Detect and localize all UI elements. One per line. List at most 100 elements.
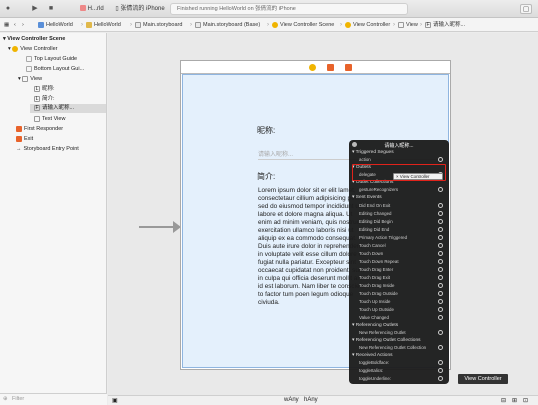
connection-circle-icon[interactable] xyxy=(438,203,443,208)
size-class-height[interactable]: hAny xyxy=(304,397,318,403)
connection-circle-icon[interactable] xyxy=(438,330,443,335)
outline-view[interactable]: ▾ View xyxy=(18,75,42,84)
outline-view-controller[interactable]: ▾ View Controller xyxy=(8,45,58,54)
connection-circle-icon[interactable] xyxy=(438,243,443,248)
arrow-right-icon: → xyxy=(16,146,22,152)
new-referencing-outlet: New Referencing Outlet xyxy=(359,329,446,336)
delegate-connection-badge[interactable]: × View Controller xyxy=(393,173,443,180)
jump-item-storyboard-base[interactable]: Main.storyboard (Base) xyxy=(195,21,260,30)
event-row: Touch Down xyxy=(359,250,446,257)
event-row: Editing Changed xyxy=(359,210,446,217)
view-controller-icon xyxy=(12,45,19,52)
chevron-right-icon: › xyxy=(340,22,342,28)
app-icon xyxy=(80,5,86,12)
library-button[interactable]: ▢ xyxy=(520,4,532,14)
view-controller-icon xyxy=(345,21,351,28)
outline-label-nick[interactable]: L 昵称: xyxy=(34,85,55,94)
project-icon xyxy=(38,21,44,28)
connection-circle-icon[interactable] xyxy=(438,259,443,264)
close-window-icon[interactable]: ● xyxy=(4,4,12,14)
outline-entry-point[interactable]: → Storyboard Entry Point xyxy=(16,145,79,154)
event-row: Did End On Exit xyxy=(359,202,446,209)
connection-circle-icon[interactable] xyxy=(438,315,443,320)
outline-text-view[interactable]: Text View xyxy=(34,115,65,124)
label-icon: L xyxy=(34,85,40,92)
outlet-gesture-recognizers: gestureRecognizers xyxy=(359,186,446,193)
chevron-right-icon: › xyxy=(190,22,192,28)
outline-label-intro[interactable]: L 简介: xyxy=(34,95,55,104)
jump-item-folder[interactable]: HelloWorld xyxy=(86,21,121,30)
chevron-right-icon: › xyxy=(81,22,83,28)
nickname-label[interactable]: 昵称: xyxy=(257,125,275,136)
intro-label[interactable]: 简介: xyxy=(257,171,275,182)
resolve-icon[interactable]: ⊡ xyxy=(523,397,528,404)
connection-circle-icon[interactable] xyxy=(438,307,443,312)
section-sent-events[interactable]: ▾ Sent Events xyxy=(352,195,382,201)
activity-status: Finished running HelloWorld on 张倩流的 iPho… xyxy=(170,3,408,15)
jump-item-view[interactable]: View xyxy=(398,21,418,30)
event-row: Touch Drag Inside xyxy=(359,282,446,289)
jump-item-project[interactable]: HelloWorld xyxy=(38,21,73,30)
forward-icon[interactable]: › xyxy=(22,21,24,30)
back-icon[interactable]: ‹ xyxy=(14,21,16,30)
first-responder-icon xyxy=(16,125,22,132)
connection-circle-icon[interactable] xyxy=(438,360,443,365)
hud-title: 请输入昵称... xyxy=(384,143,414,149)
event-row: Touch Drag Outside xyxy=(359,290,446,297)
chevron-right-icon: › xyxy=(267,22,269,28)
jump-item-vc[interactable]: View Controller xyxy=(345,21,390,30)
pin-icon[interactable]: ⊞ xyxy=(512,397,517,404)
size-class-width[interactable]: wAny xyxy=(284,397,299,403)
connection-circle-icon[interactable] xyxy=(438,187,443,192)
toolbar: ● ▶ ■ H...rld ▯ 张倩流的 iPhone Finished run… xyxy=(0,0,538,18)
chevron-right-icon: › xyxy=(393,22,395,28)
status-text: Finished running HelloWorld on 张倩流的 iPho… xyxy=(177,6,296,12)
align-icon[interactable]: ⊟ xyxy=(501,397,506,404)
outline-first-responder[interactable]: First Responder xyxy=(16,125,63,134)
connection-circle-icon[interactable] xyxy=(438,345,443,350)
outline-filter[interactable]: ⊕ Filter xyxy=(0,393,107,405)
device-icon: ▯ xyxy=(115,6,119,12)
exit-icon[interactable] xyxy=(345,64,352,71)
view-controller-icon[interactable] xyxy=(309,64,316,71)
outline-scene[interactable]: ▾ View Controller Scene xyxy=(3,35,65,44)
connection-circle-icon[interactable] xyxy=(438,211,443,216)
action-row: toggleUnderline: xyxy=(359,375,446,382)
new-referencing-outlet-collection: New Referencing Outlet Collection xyxy=(359,344,446,351)
folder-icon xyxy=(86,21,92,28)
jump-item-scene[interactable]: View Controller Scene xyxy=(272,21,334,30)
run-button[interactable]: ▶ xyxy=(30,4,40,14)
connection-circle-icon[interactable] xyxy=(438,283,443,288)
outline-top-layout-guide[interactable]: Top Layout Guide xyxy=(26,55,77,64)
storyboard-icon xyxy=(195,21,201,28)
connection-circle-icon[interactable] xyxy=(438,275,443,280)
connection-circle-icon[interactable] xyxy=(438,157,443,162)
stop-button[interactable]: ■ xyxy=(46,4,56,14)
toggle-outline-icon[interactable]: ▣ xyxy=(112,397,118,404)
connection-circle-icon[interactable] xyxy=(438,219,443,224)
first-responder-icon[interactable] xyxy=(327,64,334,71)
outline-exit[interactable]: Exit xyxy=(16,135,33,144)
outline-text-field[interactable]: F 请输入昵称... xyxy=(30,104,106,113)
storyboard-icon xyxy=(135,21,141,28)
scheme-selector[interactable]: H...rld ▯ 张倩流的 iPhone xyxy=(80,3,165,15)
event-row: Touch Down Repeat xyxy=(359,258,446,265)
connection-circle-icon[interactable] xyxy=(438,235,443,240)
text-field-icon: F xyxy=(34,104,40,111)
connection-circle-icon[interactable] xyxy=(438,299,443,304)
connection-circle-icon[interactable] xyxy=(438,227,443,232)
jump-item-storyboard[interactable]: Main.storyboard xyxy=(135,21,182,30)
connection-circle-icon[interactable] xyxy=(438,251,443,256)
filter-icon: ⊕ xyxy=(3,396,8,402)
jump-bar: ▦ ‹ › HelloWorld › HelloWorld › Main.sto… xyxy=(0,18,538,32)
outline-bottom-layout-guide[interactable]: Bottom Layout Gui... xyxy=(26,65,84,74)
jump-item-field[interactable]: F 请输入昵称... xyxy=(425,21,465,30)
related-items-icon[interactable]: ▦ xyxy=(4,21,9,30)
text-view-icon xyxy=(34,115,40,122)
label-icon: L xyxy=(34,95,40,102)
connection-circle-icon[interactable] xyxy=(438,376,443,381)
document-outline: ▾ View Controller Scene ▾ View Controlle… xyxy=(0,33,107,405)
connection-circle-icon[interactable] xyxy=(438,368,443,373)
connection-circle-icon[interactable] xyxy=(438,267,443,272)
connection-circle-icon[interactable] xyxy=(438,291,443,296)
